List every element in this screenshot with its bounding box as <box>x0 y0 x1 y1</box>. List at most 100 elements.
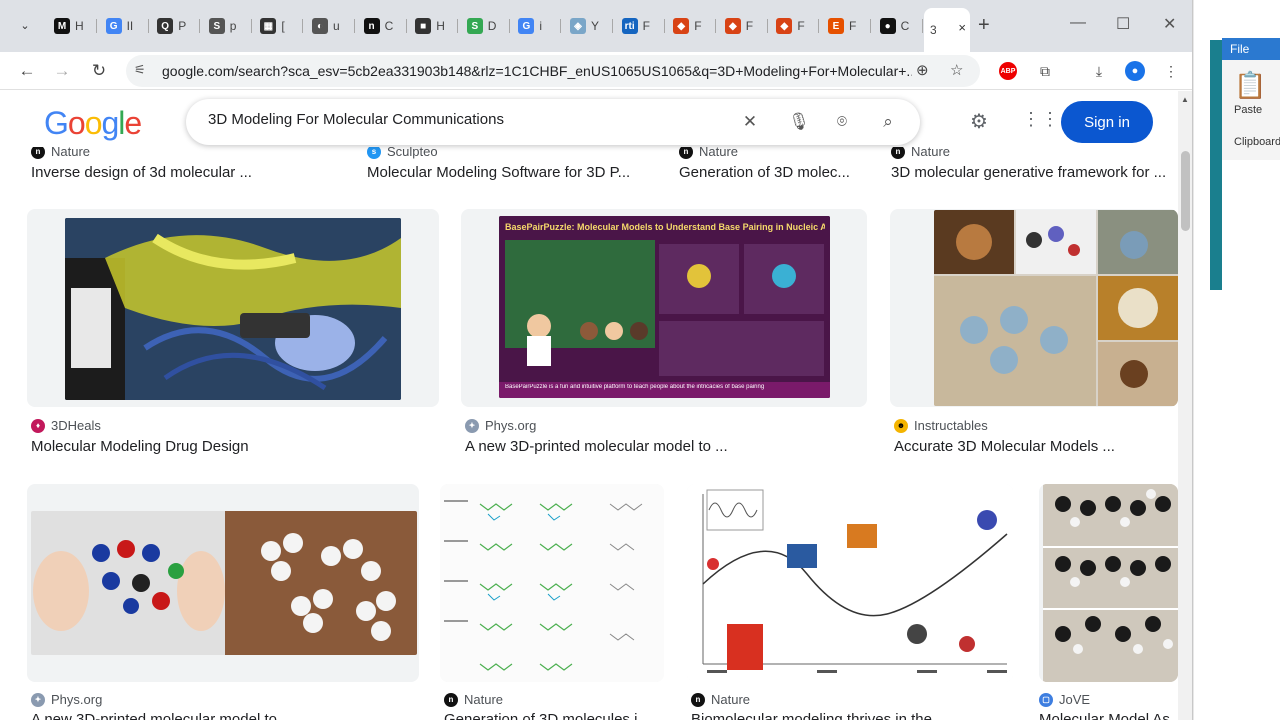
result-thumbnail: BasePairPuzzle: Molecular Models to Unde… <box>499 216 830 398</box>
sign-in-button[interactable]: Sign in <box>1061 101 1153 143</box>
browser-tab[interactable]: ◆ F <box>768 11 820 41</box>
browser-tab[interactable]: G II <box>98 11 149 41</box>
logo-letter: G <box>44 105 69 141</box>
image-result-card[interactable] <box>890 209 1178 407</box>
file-tab[interactable]: File <box>1222 38 1280 60</box>
image-result-card[interactable] <box>1039 484 1178 682</box>
result-title[interactable]: Accurate 3D Molecular Models ... <box>894 438 1174 455</box>
result-title[interactable]: Molecular Model As... <box>1039 711 1178 720</box>
adblock-icon[interactable]: ABP <box>999 62 1017 80</box>
3dheals-favicon-icon: ♦ <box>31 418 45 433</box>
clipboard-group-label: Clipboard <box>1234 136 1280 148</box>
browser-tab[interactable]: ■ H <box>407 11 459 41</box>
result-title[interactable]: Biomolecular modeling thrives in the ... <box>691 711 1011 720</box>
instructables-favicon-icon: ☻ <box>894 418 908 433</box>
address-bar[interactable]: ⚟ google.com/search?sca_esv=5cb2ea331903… <box>126 55 980 87</box>
microphone-icon[interactable]: 🎙 <box>788 111 810 133</box>
site-info-icon[interactable]: ⚟ <box>134 62 146 78</box>
result-source[interactable]: n Nature <box>444 692 503 707</box>
result-title[interactable]: A new 3D-printed molecular model to ... <box>465 438 865 455</box>
url-text[interactable]: google.com/search?sca_esv=5cb2ea331903b1… <box>162 63 912 79</box>
paste-clipboard-icon[interactable]: 📋 <box>1234 70 1266 101</box>
browser-tab[interactable]: Sp <box>201 11 252 41</box>
browser-tab[interactable]: ▦[ <box>252 11 304 41</box>
tab-favicon-icon: E <box>828 18 844 34</box>
result-title[interactable]: Inverse design of 3d molecular ... <box>31 164 331 181</box>
browser-tab[interactable]: rti F <box>614 11 665 41</box>
gear-icon[interactable]: ⚙ <box>970 109 988 134</box>
browser-tab[interactable]: EF <box>820 11 871 41</box>
google-logo[interactable]: Google <box>44 105 142 142</box>
active-tab[interactable]: 3 × <box>924 8 970 52</box>
maximize-button[interactable]: ☐ <box>1116 14 1130 34</box>
menu-kebab-icon[interactable]: ⋮ <box>1160 60 1182 82</box>
logo-letter: g <box>101 105 119 141</box>
tab-title: p <box>229 19 237 33</box>
browser-tab[interactable]: ● C <box>872 11 923 41</box>
result-title[interactable]: Generation of 3D molec... <box>679 164 869 181</box>
molecular-models-collage-image <box>934 210 1178 406</box>
result-thumbnail <box>1043 484 1178 682</box>
browser-tab[interactable]: ◈ Y <box>562 11 613 41</box>
extensions-puzzle-icon[interactable]: ⧉ <box>1034 60 1056 82</box>
tab-favicon-icon: S <box>466 18 483 34</box>
image-result-card[interactable]: BasePairPuzzle: Molecular Models to Unde… <box>461 209 867 407</box>
bookmark-star-icon[interactable]: ☆ <box>950 61 963 79</box>
result-title[interactable]: Molecular Modeling Software for 3D P... <box>367 164 657 181</box>
image-result-card[interactable] <box>27 484 419 682</box>
logo-letter: o <box>67 105 86 141</box>
app-accent-stripe <box>1210 40 1222 290</box>
clear-search-icon[interactable]: ✕ <box>739 111 761 133</box>
chevron-down-icon: ⌄ <box>20 19 30 32</box>
tab-favicon-icon: G <box>518 18 535 34</box>
new-tab-button[interactable]: + <box>978 14 990 37</box>
zoom-icon[interactable]: ⊕ <box>916 61 929 79</box>
result-title[interactable]: Generation of 3D molecules i... <box>444 711 664 720</box>
search-input[interactable] <box>208 111 728 128</box>
browser-tab[interactable]: QP <box>149 11 201 41</box>
browser-tab[interactable]: MH <box>46 11 97 41</box>
back-arrow-icon[interactable]: ← <box>15 59 39 83</box>
result-source[interactable]: ✦ Phys.org <box>465 418 536 433</box>
browser-tab[interactable]: ◐ u <box>304 11 355 41</box>
result-source[interactable]: ☻ Instructables <box>894 418 988 433</box>
search-icon[interactable]: ⌕ <box>877 111 899 133</box>
browser-tab[interactable]: SD <box>459 11 510 41</box>
minimize-button[interactable]: — <box>1070 14 1086 32</box>
tab-favicon-icon: Q <box>157 18 174 34</box>
scroll-up-arrow-icon[interactable]: ▲ <box>1181 95 1189 104</box>
forward-arrow-icon[interactable]: → <box>50 59 74 83</box>
close-window-button[interactable]: ✕ <box>1163 14 1176 34</box>
tab-favicon-icon: S <box>208 18 225 34</box>
result-source[interactable]: ♦ 3DHeals <box>31 418 101 433</box>
image-result-card[interactable] <box>440 484 664 682</box>
image-result-card[interactable] <box>27 209 439 407</box>
browser-tab[interactable]: ◆ F <box>665 11 717 41</box>
tab-close-icon[interactable]: × <box>958 20 966 35</box>
result-title[interactable]: A new 3D-printed molecular model to ... <box>31 711 421 720</box>
image-result-card[interactable] <box>687 484 1013 682</box>
page-scrollbar[interactable]: ▲ <box>1178 91 1192 720</box>
browser-tab[interactable]: nC <box>356 11 407 41</box>
result-source[interactable]: ✦ Phys.org <box>31 692 102 707</box>
result-title[interactable]: 3D molecular generative framework for ..… <box>891 164 1178 181</box>
result-thumbnail <box>440 484 664 682</box>
lens-camera-icon[interactable]: ⌾ <box>831 111 853 133</box>
result-thumbnail <box>687 484 1013 682</box>
tab-title: [ <box>281 19 285 33</box>
result-source[interactable]: ▢ JoVE <box>1039 692 1090 707</box>
reload-icon[interactable]: ↻ <box>87 59 111 83</box>
scroll-thumb[interactable] <box>1181 151 1190 231</box>
tab-title: II <box>126 19 134 33</box>
result-source[interactable]: n Nature <box>691 692 750 707</box>
tab-favicon-icon: ▦ <box>260 18 277 34</box>
biomolecular-timeline-image <box>687 484 1013 682</box>
result-title[interactable]: Molecular Modeling Drug Design <box>31 438 431 455</box>
download-icon[interactable]: ⤓ <box>1088 60 1110 82</box>
browser-toolbar: ← → ↻ ⚟ google.com/search?sca_esv=5cb2ea… <box>0 52 1192 90</box>
browser-tab[interactable]: Gi <box>510 11 562 41</box>
search-box[interactable]: ✕ 🎙 ⌾ ⌕ <box>186 99 920 145</box>
profile-avatar-icon[interactable]: ● <box>1125 61 1145 81</box>
browser-tab[interactable]: ◆ F <box>717 11 768 41</box>
tab-search-button[interactable]: ⌄ <box>12 12 38 38</box>
